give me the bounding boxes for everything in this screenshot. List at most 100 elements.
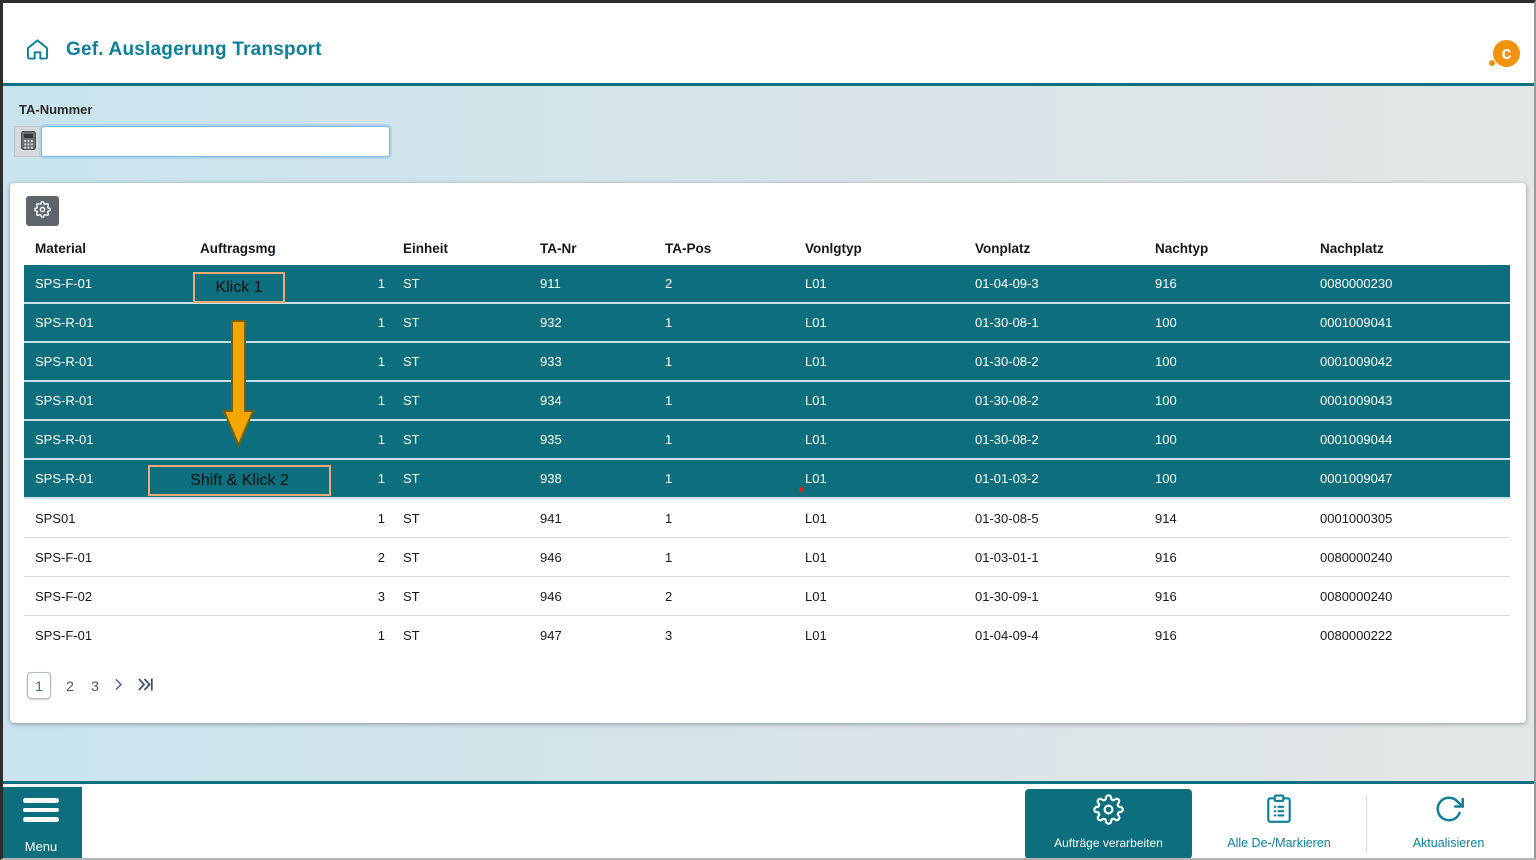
table-cell: 946 [540,550,665,565]
table-cell: 0001000305 [1320,511,1510,526]
column-header-vonplatz: Vonplatz [975,241,1155,256]
column-header-auftragsmg: Auftragsmg [200,241,390,256]
table-cell: L01 [805,276,975,291]
table-cell: SPS-F-02 [35,589,200,604]
table-cell: 932 [540,315,665,330]
ta-nummer-label: TA-Nummer [19,102,92,117]
table-cell: SPS-R-01 [35,315,200,330]
table-row[interactable]: SPS-F-023ST9462L0101-30-09-1916008000024… [24,577,1510,616]
table-cell: 1 [665,315,805,330]
table-cell: L01 [805,471,975,486]
gear-icon [1093,794,1124,828]
annotation-click2-label: Shift & Klick 2 [190,472,289,490]
table-cell: 3 [200,589,390,604]
table-cell: 3 [665,628,805,643]
table-cell: 914 [1155,511,1320,526]
table-cell: 01-30-08-5 [975,511,1155,526]
last-page-icon [137,678,154,694]
page-button-3[interactable]: 3 [89,678,101,694]
table-cell: ST [390,432,540,447]
column-header-nachplatz: Nachplatz [1320,241,1510,256]
last-page-button[interactable] [137,678,154,694]
keypad-icon [21,131,36,153]
table-cell: 1 [200,511,390,526]
brand-logo-dot [1489,60,1495,66]
table-cell: 0080000240 [1320,550,1510,565]
chevron-right-icon [114,678,124,694]
table-cell: L01 [805,511,975,526]
table-row[interactable]: SPS-F-012ST9461L0101-03-01-1916008000024… [24,538,1510,577]
table-cell: 01-30-08-2 [975,393,1155,408]
table-cell: 0001009042 [1320,354,1510,369]
table-cell: 100 [1155,315,1320,330]
table-cell: L01 [805,589,975,604]
table-cell: SPS-F-01 [35,276,200,291]
ta-nummer-field-group [14,126,390,157]
table-cell: 0001009047 [1320,471,1510,486]
table-cell: 01-04-09-4 [975,628,1155,643]
process-orders-button[interactable]: Aufträge verarbeiten [1025,789,1192,859]
table-cell: L01 [805,550,975,565]
next-page-button[interactable] [114,678,124,694]
toggle-mark-all-button[interactable]: Alle De-/Markieren [1194,789,1364,859]
annotation-down-arrow [222,320,255,452]
table-cell: ST [390,511,540,526]
table-cell: 941 [540,511,665,526]
table-cell: 2 [665,589,805,604]
footer-bar: Menu Aufträge verarbeiten [0,781,1536,860]
refresh-icon [1434,794,1464,827]
table-cell: 935 [540,432,665,447]
grid-settings-button[interactable] [26,196,59,226]
table-cell: 911 [540,276,665,291]
table-cell: 0080000222 [1320,628,1510,643]
table-cell: 0001009044 [1320,432,1510,447]
column-header-ta-nr: TA-Nr [540,241,665,256]
page-button-2[interactable]: 2 [64,678,76,694]
table-cell: 933 [540,354,665,369]
page-button-1[interactable]: 1 [27,672,51,699]
refresh-button[interactable]: Aktualisieren [1367,789,1530,859]
table-cell: 0001009043 [1320,393,1510,408]
table-cell: 1 [665,511,805,526]
table-cell: 947 [540,628,665,643]
table-cell: 01-30-08-2 [975,354,1155,369]
table-cell: 01-30-09-1 [975,589,1155,604]
table-cell: 934 [540,393,665,408]
table-cell: ST [390,354,540,369]
table-cell: SPS-F-01 [35,628,200,643]
table-cell: SPS-R-01 [35,393,200,408]
table-cell: SPS-R-01 [35,354,200,369]
app-window: Gef. Auslagerung Transport c TA-Nummer [0,0,1536,860]
table-cell: 0080000240 [1320,589,1510,604]
table-cell: L01 [805,432,975,447]
menu-button-label: Menu [25,839,58,854]
refresh-label: Aktualisieren [1413,836,1485,850]
brand-logo: c [1493,40,1520,67]
app-header: Gef. Auslagerung Transport c [0,0,1536,86]
home-icon[interactable] [26,39,49,60]
table-cell: 916 [1155,628,1320,643]
table-cell: 916 [1155,589,1320,604]
column-header-vonlgtyp: Vonlgtyp [805,241,975,256]
table-row[interactable]: SPS-F-011ST9473L0101-04-09-4916008000022… [24,616,1510,655]
keypad-button[interactable] [14,126,41,157]
gear-icon [34,201,51,221]
table-cell: SPS-R-01 [35,432,200,447]
menu-button[interactable]: Menu [0,787,82,860]
table-cell: 916 [1155,550,1320,565]
table-cell: ST [390,628,540,643]
table-cell: 100 [1155,432,1320,447]
clipboard-checklist-icon [1266,794,1292,827]
annotation-click1-box: Klick 1 [193,272,285,303]
ta-nummer-input[interactable] [41,126,390,157]
table-cell: 946 [540,589,665,604]
table-row[interactable]: SPS011ST9411L0101-30-08-59140001000305 [24,499,1510,538]
pagination: 123 [27,672,154,699]
table-cell: 1 [665,432,805,447]
table-cell: 1 [665,550,805,565]
click-marker-dot [799,487,804,492]
table-cell: ST [390,393,540,408]
table-cell: 2 [665,276,805,291]
table-cell: 01-01-03-2 [975,471,1155,486]
table-cell: 1 [665,393,805,408]
